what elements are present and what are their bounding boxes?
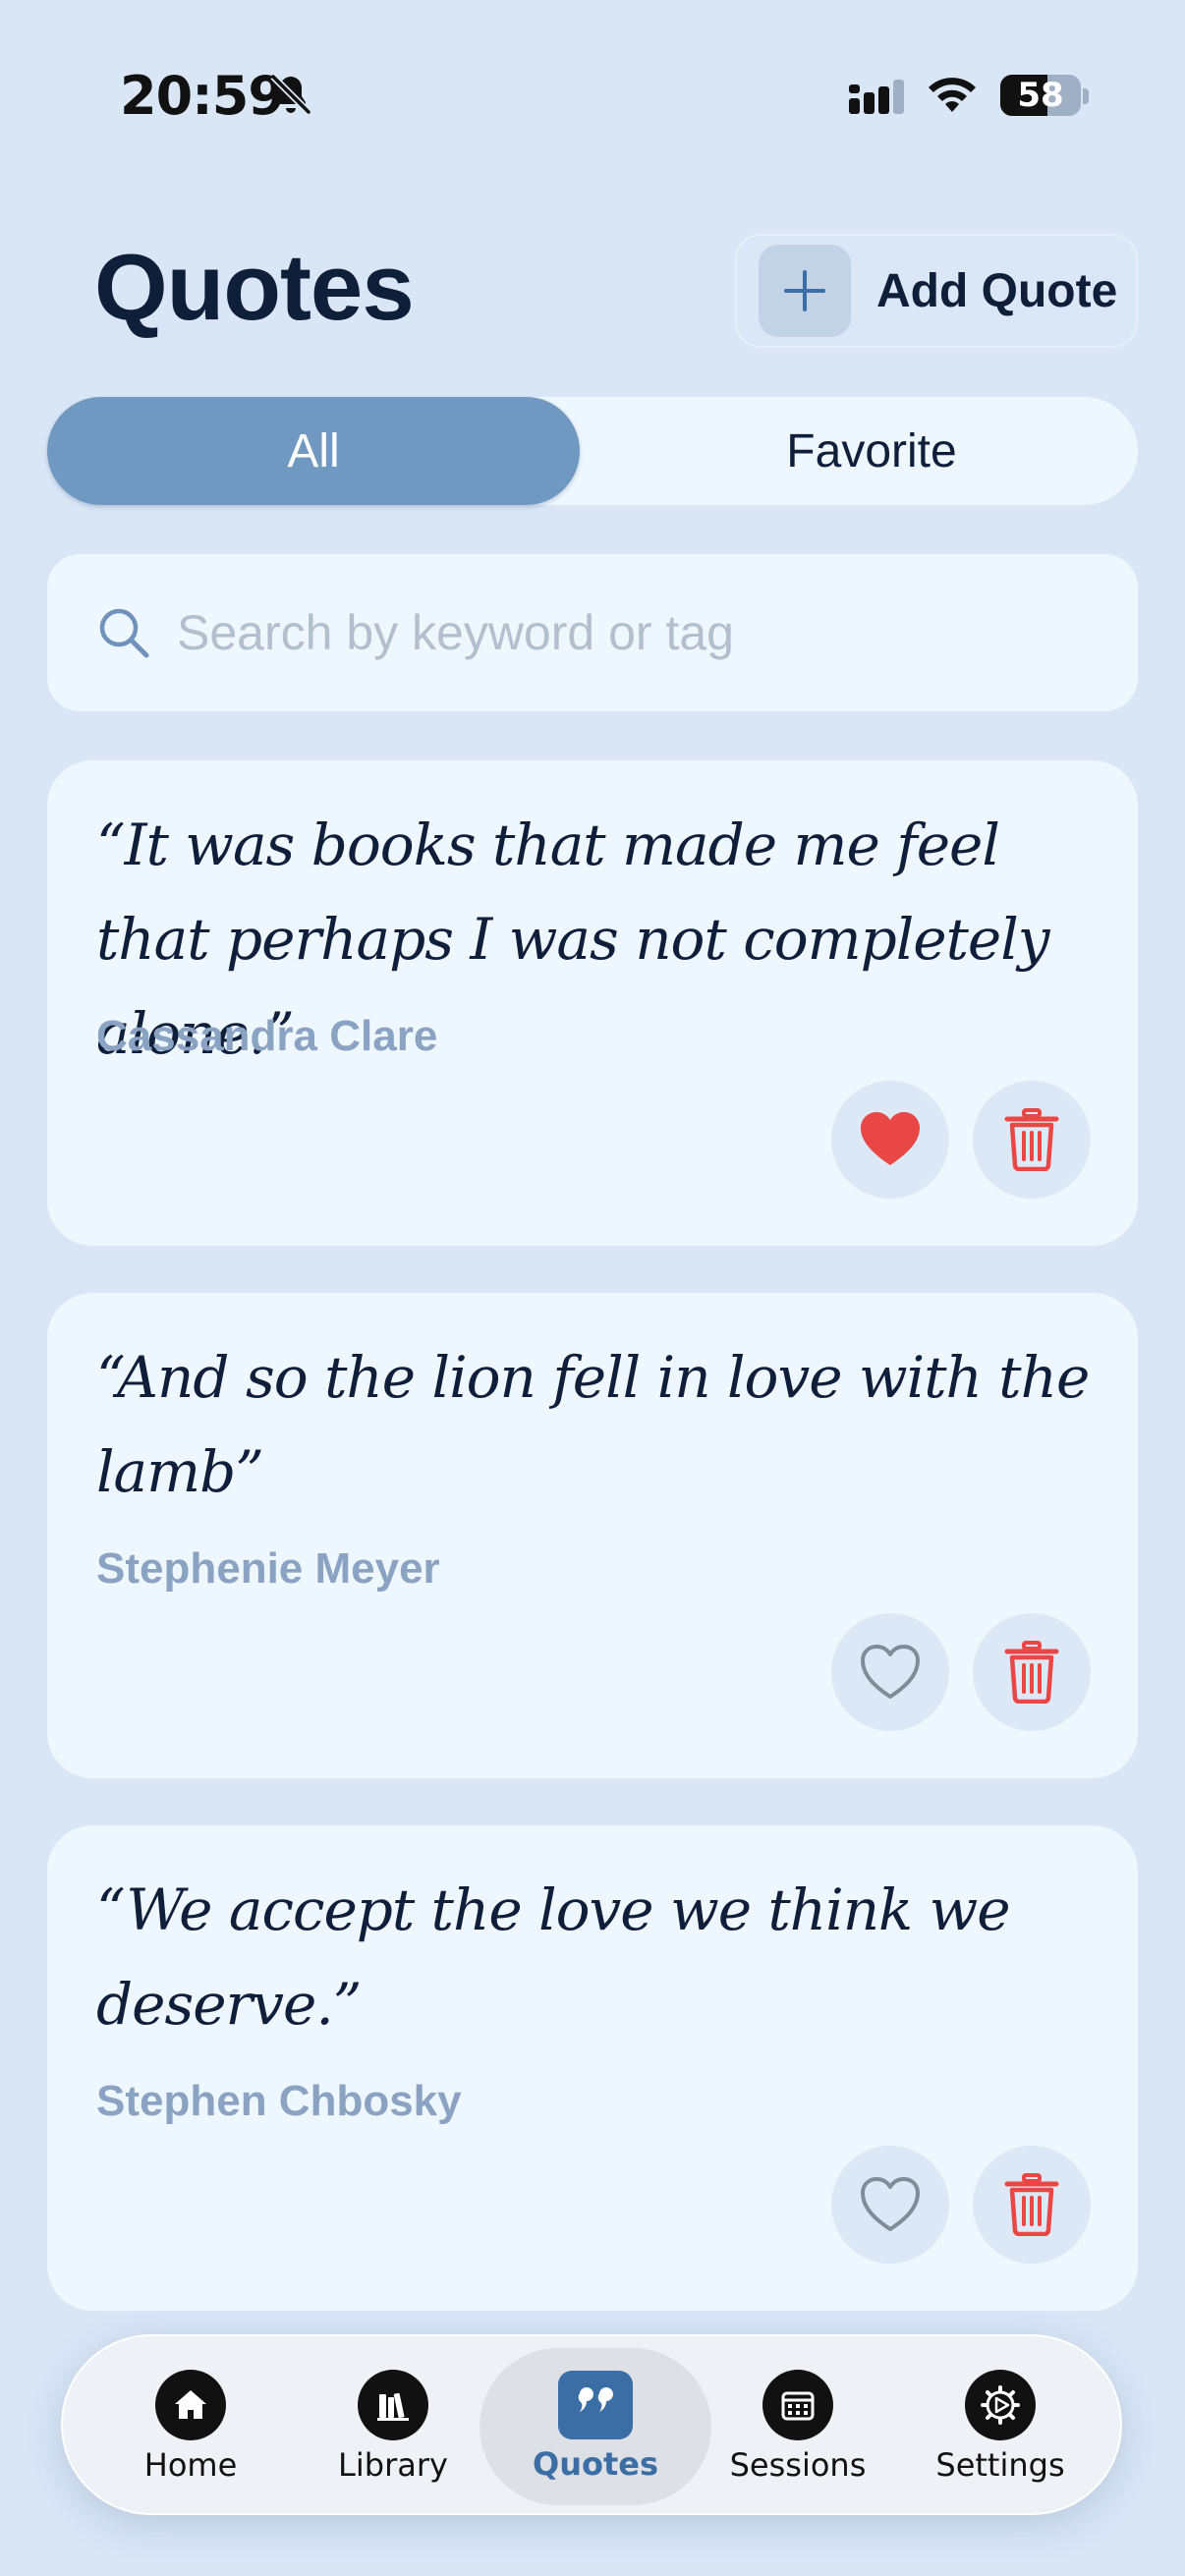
battery-percent: 58 bbox=[1017, 76, 1064, 115]
favorite-button[interactable] bbox=[831, 1613, 949, 1731]
wifi-icon bbox=[929, 78, 976, 112]
favorite-button[interactable] bbox=[831, 2146, 949, 2264]
quote-text: “And so the lion fell in love with the l… bbox=[96, 1344, 1090, 1505]
trash-icon bbox=[1004, 2173, 1059, 2236]
home-icon bbox=[155, 2370, 226, 2440]
tab-home[interactable]: Home bbox=[92, 2336, 289, 2517]
tab-bar: Home Library Quotes Sessions Settings bbox=[61, 2334, 1122, 2515]
quote-author: Stephen Chbosky bbox=[96, 2077, 462, 2125]
quote-card[interactable]: “It was books that made me feel that per… bbox=[47, 760, 1138, 1246]
status-bar: 20:59 58 bbox=[0, 0, 1185, 196]
quote-author: Stephenie Meyer bbox=[96, 1544, 440, 1593]
tab-sessions[interactable]: Sessions bbox=[700, 2336, 896, 2517]
tab-label: Sessions bbox=[729, 2446, 867, 2484]
status-time: 20:59 bbox=[120, 65, 285, 127]
tab-settings[interactable]: Settings bbox=[902, 2336, 1099, 2517]
add-quote-label: Add Quote bbox=[876, 264, 1118, 317]
sessions-icon bbox=[762, 2370, 833, 2440]
delete-button[interactable] bbox=[973, 2146, 1091, 2264]
tab-label: Home bbox=[143, 2446, 238, 2484]
segment-favorite[interactable]: Favorite bbox=[605, 397, 1138, 505]
tab-library[interactable]: Library bbox=[295, 2336, 491, 2517]
heart-filled-icon bbox=[861, 1112, 920, 1165]
plus-icon bbox=[784, 270, 825, 311]
quote-card[interactable]: “And so the lion fell in love with the l… bbox=[47, 1293, 1138, 1778]
quotes-icon bbox=[558, 2371, 633, 2439]
search-bar[interactable] bbox=[47, 554, 1138, 711]
delete-button[interactable] bbox=[973, 1081, 1091, 1199]
quote-card[interactable]: “We accept the love we think we deserve.… bbox=[47, 1825, 1138, 2311]
search-input[interactable] bbox=[177, 604, 1061, 661]
bell-off-icon bbox=[270, 74, 311, 115]
cellular-signal-icon bbox=[849, 80, 904, 114]
battery-icon: 58 bbox=[1000, 75, 1081, 116]
filter-segmented-control: All Favorite bbox=[47, 397, 1138, 505]
page-title: Quotes bbox=[94, 235, 415, 340]
library-icon bbox=[358, 2370, 428, 2440]
tab-label: Library bbox=[338, 2446, 448, 2484]
heart-outline-icon bbox=[861, 2177, 920, 2231]
quote-text: “We accept the love we think we deserve.… bbox=[96, 1876, 1011, 2038]
quote-author: Cassandra Clare bbox=[96, 1012, 438, 1060]
tab-label: Settings bbox=[935, 2446, 1065, 2484]
tab-quotes[interactable]: Quotes bbox=[497, 2336, 694, 2517]
battery-nub bbox=[1083, 88, 1089, 104]
settings-icon bbox=[965, 2370, 1036, 2440]
search-icon bbox=[99, 608, 149, 658]
trash-icon bbox=[1004, 1108, 1059, 1171]
segment-all[interactable]: All bbox=[47, 397, 580, 505]
trash-icon bbox=[1004, 1641, 1059, 1704]
delete-button[interactable] bbox=[973, 1613, 1091, 1731]
plus-icon-container bbox=[759, 245, 851, 337]
add-quote-button[interactable]: Add Quote bbox=[735, 234, 1138, 348]
heart-outline-icon bbox=[861, 1645, 920, 1699]
tab-label: Quotes bbox=[532, 2445, 658, 2483]
favorite-button[interactable] bbox=[831, 1081, 949, 1199]
